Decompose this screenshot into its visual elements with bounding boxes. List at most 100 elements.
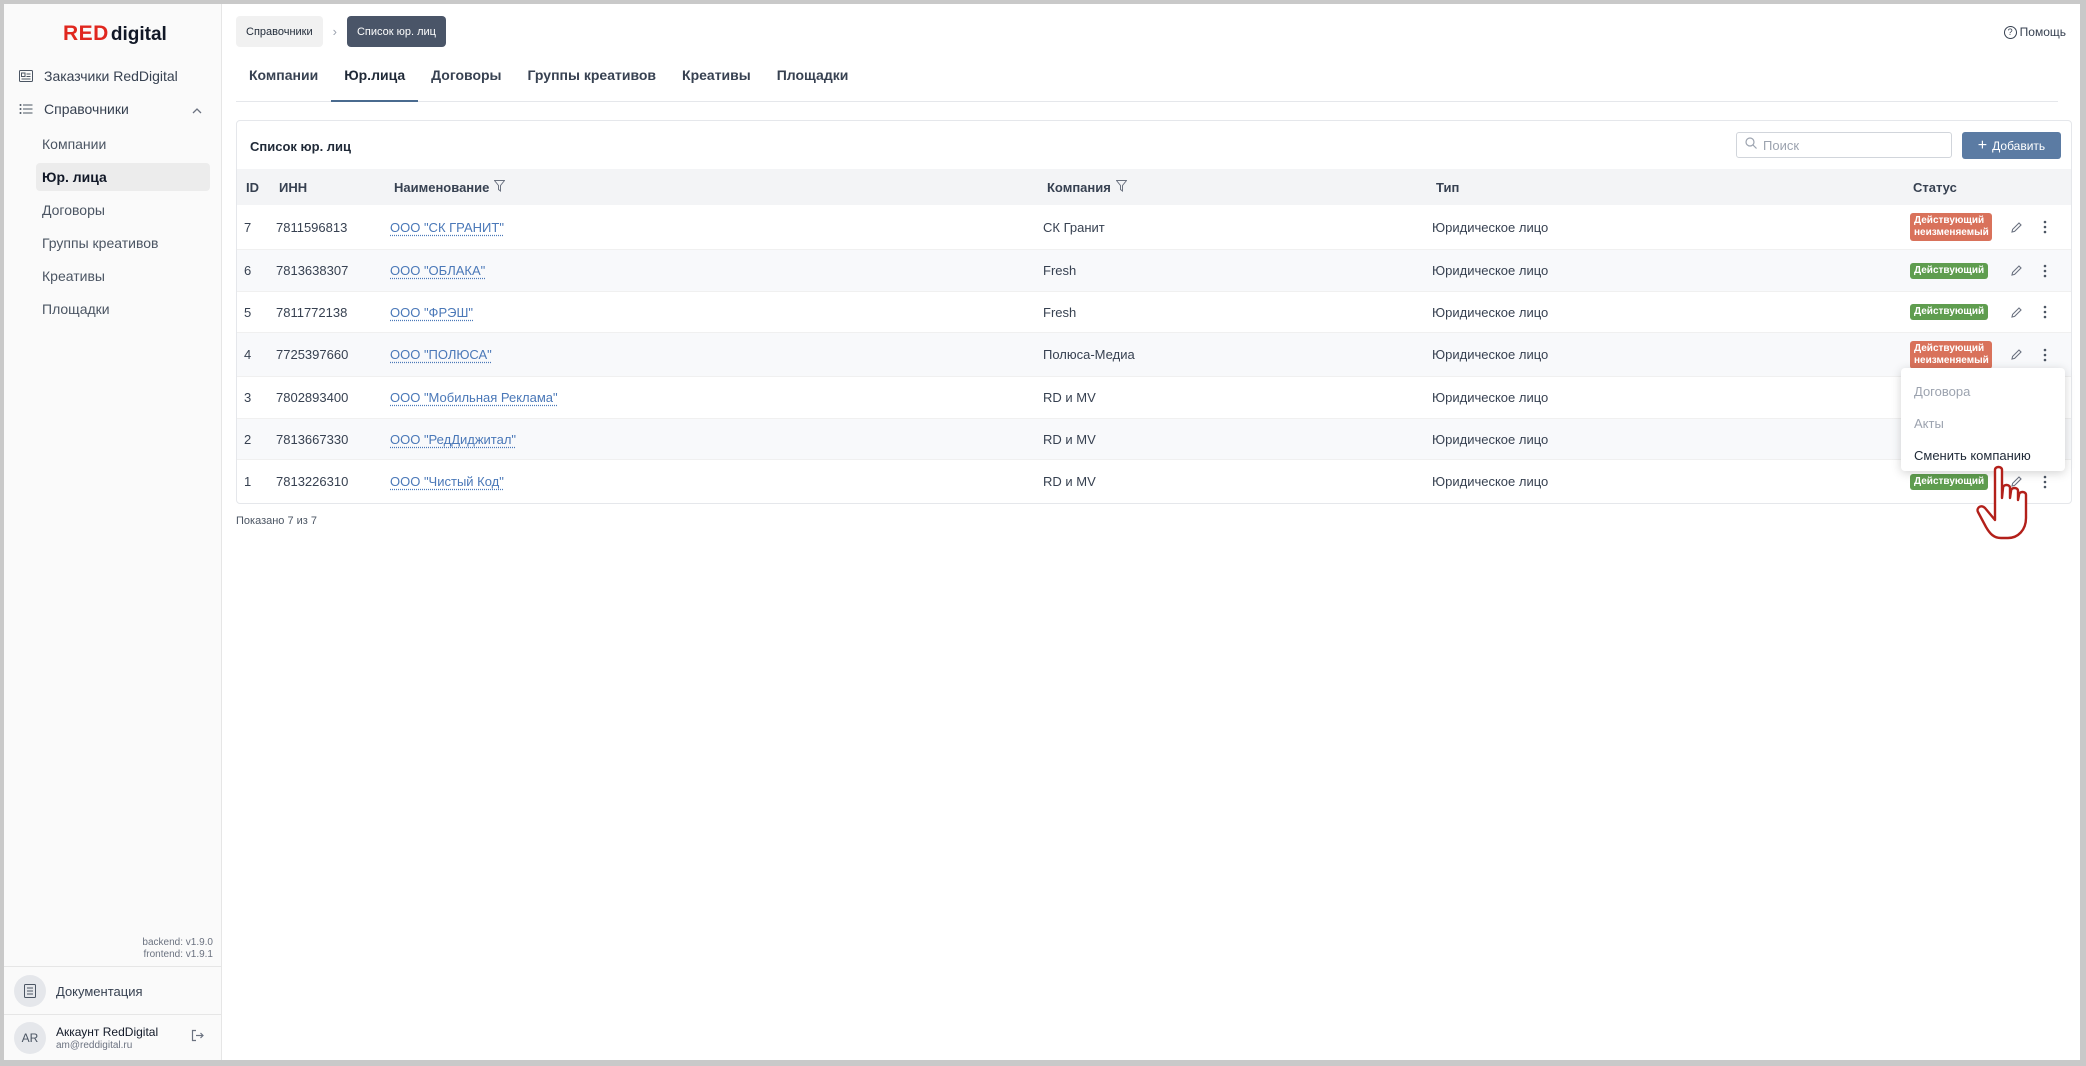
more-vertical-icon[interactable]: [2043, 292, 2047, 332]
breadcrumb: Справочники › Список юр. лиц: [236, 16, 446, 47]
version-info: backend: v1.9.0 frontend: v1.9.1: [142, 937, 213, 961]
edit-icon[interactable]: [2010, 250, 2023, 291]
cell-id: 2: [244, 431, 252, 447]
cell-inn: 7811596813: [276, 219, 348, 235]
filter-icon[interactable]: [493, 179, 506, 195]
cell-type: Юридическое лицо: [1432, 263, 1549, 278]
tab-platforms[interactable]: Площадки: [764, 54, 862, 96]
tabs: Компании Юр.лица Договоры Группы креатив…: [236, 60, 2058, 102]
sidebar-item-label: Заказчики RedDigital: [44, 68, 178, 84]
entity-name-link[interactable]: ООО "Мобильная Реклама": [390, 390, 558, 405]
sidebar-item-label: Договоры: [42, 202, 105, 218]
tab-contracts[interactable]: Договоры: [418, 54, 514, 96]
table-row[interactable]: 6 7813638307 ООО "ОБЛАКА" Fresh Юридичес…: [237, 250, 2071, 292]
account[interactable]: AR Аккаунт RedDigital am@reddigital.ru: [14, 1021, 214, 1055]
cell-company: RD и MV: [1043, 390, 1096, 405]
col-name-label: Наименование: [394, 179, 490, 195]
menu-item-contracts: Договора: [1914, 383, 1971, 399]
tab-companies[interactable]: Компании: [236, 54, 331, 96]
document-icon: [14, 975, 46, 1007]
col-company-label: Компания: [1047, 179, 1111, 195]
sidebar-item-companies[interactable]: Компании: [36, 130, 210, 158]
cell-type: Юридическое лицо: [1432, 474, 1549, 489]
cell-id: 7: [244, 219, 252, 235]
sidebar-item-label: Компании: [42, 136, 107, 152]
documentation-link[interactable]: Документация: [14, 974, 143, 1008]
breadcrumb-current: Список юр. лиц: [346, 16, 446, 47]
sidebar-item-label: Креативы: [42, 268, 105, 284]
table-row[interactable]: 4 7725397660 ООО "ПОЛЮСА" Полюса-Медиа Ю…: [237, 333, 2071, 377]
list-icon: [18, 101, 34, 117]
entity-name-link[interactable]: ООО "ОБЛАКА": [390, 263, 485, 278]
sidebar-item-contracts[interactable]: Договоры: [36, 196, 210, 224]
cell-type: Юридическое лицо: [1432, 390, 1549, 405]
sidebar-item-creatives[interactable]: Креативы: [36, 262, 210, 290]
help-link[interactable]: ? Помощь: [2003, 25, 2066, 39]
cell-id: 5: [244, 304, 252, 320]
row-context-menu: Договора Акты Сменить компанию: [1901, 368, 2065, 471]
logo-red: RED: [63, 22, 109, 45]
status-badge: Действующий: [1910, 262, 1989, 279]
cell-inn: 7802893400: [276, 390, 349, 405]
sidebar-item-platforms[interactable]: Площадки: [36, 295, 210, 323]
table-row[interactable]: 5 7811772138 ООО "ФРЭШ" Fresh Юридическо…: [237, 292, 2071, 333]
sidebar-item-label: Площадки: [42, 301, 110, 317]
search-input[interactable]: [1763, 137, 1943, 153]
sidebar-item-legal-entities[interactable]: Юр. лица: [36, 163, 210, 191]
question-icon: ?: [2003, 25, 2017, 39]
sidebar-item-directories[interactable]: Справочники: [18, 95, 214, 123]
filter-icon[interactable]: [1115, 179, 1128, 195]
entity-name-link[interactable]: ООО "СК ГРАНИТ": [390, 220, 504, 235]
edit-icon[interactable]: [2010, 205, 2023, 249]
documentation-label: Документация: [56, 983, 143, 999]
entity-name-link[interactable]: ООО "Чистый Код": [390, 474, 504, 489]
more-vertical-icon[interactable]: [2043, 205, 2047, 249]
cell-id: 4: [244, 347, 252, 362]
add-button[interactable]: + Добавить: [1962, 132, 2061, 159]
table-row[interactable]: 3 7802893400 ООО "Мобильная Реклама" RD …: [237, 377, 2071, 419]
tab-creatives[interactable]: Креативы: [669, 54, 764, 96]
avatar: AR: [14, 1022, 46, 1054]
cell-id: 6: [244, 263, 252, 278]
entity-name-link[interactable]: ООО "РедДиджитал": [390, 432, 516, 447]
sidebar-item-creative-groups[interactable]: Группы креативов: [36, 229, 210, 257]
col-name: Наименование: [394, 169, 506, 205]
entity-name-link[interactable]: ООО "ФРЭШ": [390, 305, 473, 320]
more-vertical-icon[interactable]: [2043, 250, 2047, 291]
cell-type: Юридическое лицо: [1432, 431, 1549, 447]
status-badge: Действующий неизменяемый: [1910, 213, 1992, 241]
search-box[interactable]: [1736, 132, 1952, 158]
tab-creative-groups[interactable]: Группы креативов: [515, 54, 670, 96]
sidebar-item-customers[interactable]: Заказчики RedDigital: [18, 62, 214, 90]
id-card-icon: [18, 68, 34, 84]
cell-type: Юридическое лицо: [1432, 219, 1549, 235]
table-row[interactable]: 2 7813667330 ООО "РедДиджитал" RD и MV Ю…: [237, 419, 2071, 460]
account-email: am@reddigital.ru: [56, 1040, 133, 1051]
col-company: Компания: [1047, 169, 1128, 205]
cell-company: RD и MV: [1043, 474, 1096, 489]
cell-company: Fresh: [1043, 304, 1077, 320]
sidebar-divider: [4, 966, 222, 967]
search-icon: [1745, 136, 1757, 154]
logo[interactable]: RED digital: [63, 22, 167, 48]
breadcrumb-directories[interactable]: Справочники: [236, 16, 323, 47]
cell-id: 1: [244, 474, 252, 489]
chevron-right-icon: ›: [332, 24, 337, 39]
cell-inn: 7813226310: [276, 474, 349, 489]
sidebar-divider: [4, 1014, 222, 1015]
add-button-label: Добавить: [1992, 138, 2046, 153]
table-row[interactable]: 7 7811596813 ООО "СК ГРАНИТ" СК Гранит Ю…: [237, 205, 2071, 250]
cell-inn: 7811772138: [276, 304, 348, 320]
cell-company: Fresh: [1043, 263, 1077, 278]
table-row[interactable]: 1 7813226310 ООО "Чистый Код" RD и MV Юр…: [237, 460, 2071, 503]
help-label: Помощь: [2019, 25, 2066, 39]
tab-legal-entities[interactable]: Юр.лица: [331, 54, 419, 102]
pagination-summary: Показано 7 из 7: [236, 515, 318, 527]
menu-item-change-company[interactable]: Сменить компанию: [1914, 445, 2031, 465]
logout-icon[interactable]: [191, 1029, 204, 1047]
col-status: Статус: [1913, 179, 1957, 195]
entity-name-link[interactable]: ООО "ПОЛЮСА": [390, 347, 492, 362]
edit-icon[interactable]: [2010, 292, 2023, 332]
chevron-up-icon[interactable]: [192, 101, 202, 117]
table-header: ID ИНН Наименование Компания Тип Статус: [237, 169, 2071, 205]
